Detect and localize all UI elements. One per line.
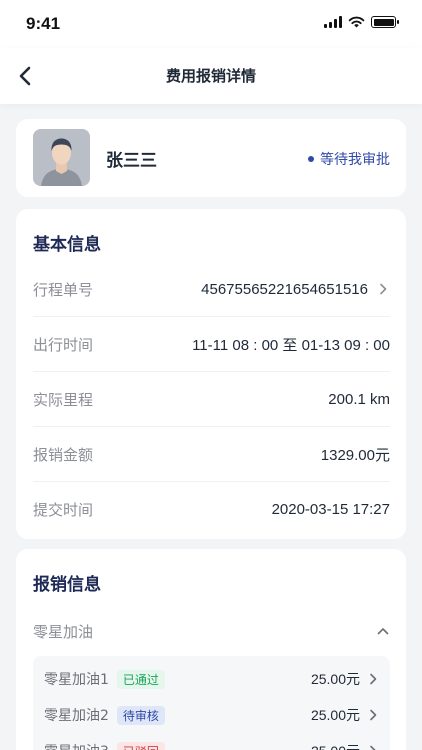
amount-row: 报销金额 1329.00元 xyxy=(33,427,390,482)
submit-time-value: 2020-03-15 17:27 xyxy=(271,501,390,518)
travel-time-row: 出行时间 11-11 08 : 00 至 01-13 09 : 00 xyxy=(33,317,390,372)
page-title: 费用报销详情 xyxy=(165,67,256,85)
item-amount: 25.00元 xyxy=(311,741,360,750)
status-bar: 9:41 xyxy=(0,0,422,48)
avatar xyxy=(33,129,90,186)
basic-info-title: 基本信息 xyxy=(33,235,101,255)
travel-time-value: 11-11 08 : 00 至 01-13 09 : 00 xyxy=(192,336,390,354)
status-time: 9:41 xyxy=(26,14,61,33)
wifi-icon xyxy=(348,16,365,28)
applicant-name: 张三三 xyxy=(106,151,157,171)
chevron-up-icon[interactable] xyxy=(376,624,390,638)
battery-icon xyxy=(371,16,399,28)
fuel-item-list: 零星加油1 已通过 25.00元 零星加油2 待审核 25.00元 xyxy=(33,656,390,750)
status-badge-pending: 待审核 xyxy=(116,705,165,725)
approval-status-text: 等待我审批 xyxy=(320,152,390,168)
chevron-right-icon xyxy=(370,709,377,721)
status-badge-rejected: 已驳回 xyxy=(116,741,165,750)
trip-number-label: 行程单号 xyxy=(33,280,94,299)
reimbursement-card: 报销信息 零星加油 零星加油1 已通过 25.00元 零星加油2 待审核 25.… xyxy=(16,549,406,750)
amount-value: 1329.00元 xyxy=(320,446,390,464)
item-name: 零星加油1 xyxy=(44,672,109,688)
basic-info-card: 基本信息 行程单号 45675565221654651516 出行时间 11-1… xyxy=(16,209,406,539)
submit-time-label: 提交时间 xyxy=(33,501,94,519)
list-item[interactable]: 零星加油1 已通过 25.00元 xyxy=(33,664,390,694)
list-item[interactable]: 零星加油3 已驳回 25.00元 xyxy=(33,736,390,750)
mileage-row: 实际里程 200.1 km xyxy=(33,372,390,427)
mileage-value: 200.1 km xyxy=(328,390,390,408)
chevron-right-icon xyxy=(380,283,387,295)
fuel-group-header[interactable]: 零星加油 xyxy=(33,619,390,643)
status-dot-icon xyxy=(308,156,314,162)
list-item[interactable]: 零星加油2 待审核 25.00元 xyxy=(33,700,390,730)
submit-time-row: 提交时间 2020-03-15 17:27 xyxy=(33,482,390,537)
applicant-card: 张三三 等待我审批 xyxy=(16,119,406,197)
item-name: 零星加油2 xyxy=(44,708,109,724)
item-amount: 25.00元 xyxy=(310,671,360,687)
chevron-right-icon xyxy=(370,673,377,685)
status-badge-approved: 已通过 xyxy=(116,669,165,689)
fuel-group-label: 零星加油 xyxy=(33,622,94,641)
status-icons xyxy=(324,16,399,28)
trip-number-value: 45675565221654651516 xyxy=(201,280,368,298)
approval-status-badge: 等待我审批 xyxy=(308,149,390,169)
nav-bar: 费用报销详情 xyxy=(0,48,422,104)
chevron-right-icon xyxy=(370,745,376,750)
item-name: 零星加油3 xyxy=(44,741,109,750)
travel-time-label: 出行时间 xyxy=(33,335,94,354)
mileage-label: 实际里程 xyxy=(33,390,94,409)
signal-icon xyxy=(324,16,342,28)
amount-label: 报销金额 xyxy=(33,445,94,464)
reimbursement-title: 报销信息 xyxy=(33,575,101,595)
item-amount: 25.00元 xyxy=(310,707,360,723)
trip-number-row[interactable]: 行程单号 45675565221654651516 xyxy=(33,262,390,317)
